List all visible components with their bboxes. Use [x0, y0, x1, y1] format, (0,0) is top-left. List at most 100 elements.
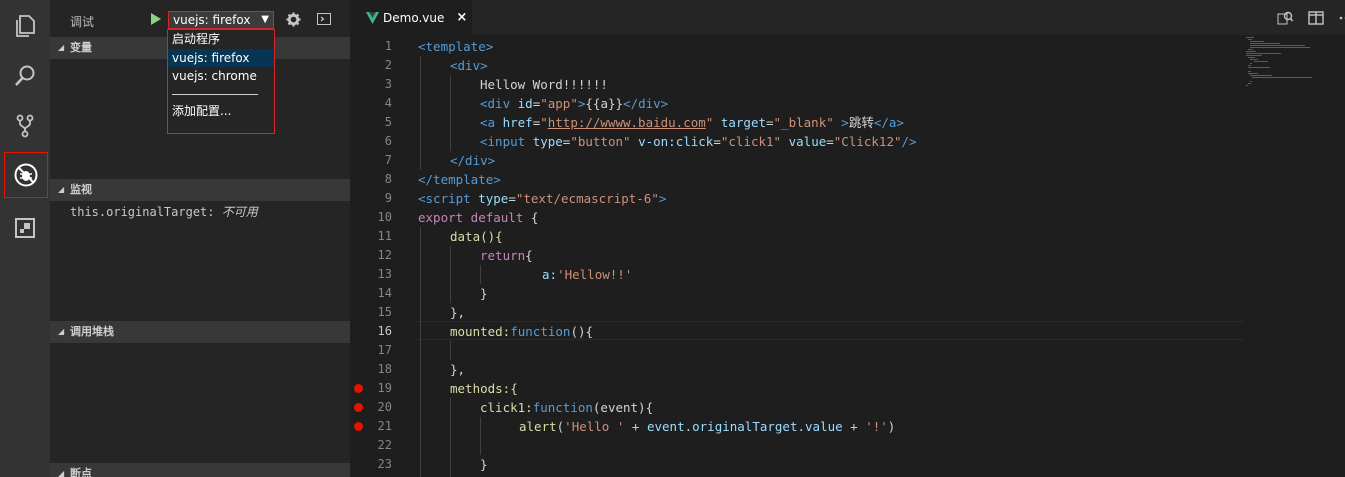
tab-bar: Demo.vue ×	[350, 0, 1345, 35]
open-changes-icon[interactable]	[1277, 11, 1293, 25]
string: "	[540, 115, 548, 130]
collapse-triangle-icon: ◢	[58, 469, 65, 477]
code-line-13[interactable]: a:'Hellow!!'	[542, 265, 632, 284]
section-watch[interactable]: ◢ 监视	[50, 179, 350, 201]
url-link[interactable]: http://wwww.baidu.com	[548, 115, 706, 130]
section-callstack[interactable]: ◢ 调用堆栈	[50, 321, 350, 343]
tag: />	[901, 134, 917, 149]
dropdown-item-chrome[interactable]: vuejs: chrome	[168, 67, 274, 85]
line-number: 15	[377, 305, 392, 319]
more-actions-icon[interactable]	[1338, 11, 1345, 25]
search-icon[interactable]	[0, 52, 50, 100]
code-line-6[interactable]: <input type="button" v-on:click="click1"…	[480, 132, 917, 151]
breakpoint-icon[interactable]	[354, 403, 363, 412]
line-number: 9	[384, 191, 392, 205]
code-line-23[interactable]: }	[480, 455, 488, 474]
line-number: 5	[384, 115, 392, 129]
property: mounted:	[450, 324, 511, 339]
line-number: 6	[384, 134, 392, 148]
breakpoint-icon[interactable]	[354, 384, 363, 393]
string: '!'	[865, 419, 888, 434]
code-line-14[interactable]: }	[480, 284, 488, 303]
code-line-1[interactable]: <template>	[418, 37, 493, 56]
code-line-5[interactable]: <a href="http://wwww.baidu.com" target="…	[480, 113, 904, 132]
code-line-8[interactable]: </template>	[418, 170, 501, 189]
text: {{a}}	[585, 96, 624, 111]
editor: Demo.vue × 1 2 3 4 5 6 7 8 9 10 11 12 13 14 15 16 17 18 19…	[350, 0, 1345, 477]
close-icon[interactable]: ×	[456, 10, 467, 25]
debug-icon[interactable]	[4, 152, 48, 198]
line-number: 4	[384, 96, 392, 110]
expression: + event.originalTarget.value +	[624, 419, 866, 434]
attr: type	[478, 191, 509, 206]
code-line-9[interactable]: <script type="text/ecmascript-6">	[418, 189, 666, 208]
keyword: function	[510, 324, 571, 339]
code-line-21[interactable]: alert('Hello ' + event.originalTarget.va…	[519, 417, 895, 436]
code-line-10[interactable]: export default {	[418, 208, 538, 227]
line-number: 3	[384, 77, 392, 91]
line-number: 18	[377, 362, 392, 376]
line-number: 10	[377, 210, 392, 224]
code-line-18[interactable]: },	[450, 360, 465, 379]
text: Hellow Word!!!!!!	[480, 77, 608, 92]
line-number: 17	[377, 343, 392, 357]
line-number: 7	[384, 153, 392, 167]
code-line-7[interactable]: </div>	[450, 151, 495, 170]
string: "app"	[540, 96, 578, 111]
text: {	[525, 248, 533, 263]
dropdown-item-launch[interactable]: 启动程序	[168, 30, 274, 48]
string: "button"	[570, 134, 631, 149]
minimap[interactable]	[1244, 35, 1345, 95]
eq: =	[826, 134, 834, 149]
string: "_blank"	[773, 115, 834, 130]
tag: </div>	[450, 153, 496, 168]
string: 'Hellow!!'	[557, 267, 633, 282]
explorer-icon[interactable]	[0, 2, 50, 50]
launch-config-select[interactable]: vuejs: firefox ▼	[168, 11, 274, 29]
text: 跳转	[848, 115, 874, 130]
start-debug-icon[interactable]	[150, 12, 162, 26]
code-line-4[interactable]: <div id="app">{{a}}</div>	[480, 94, 668, 113]
code-line-12[interactable]: return{	[480, 246, 533, 265]
launch-config-value: vuejs: firefox	[173, 13, 251, 27]
text: }	[480, 286, 488, 301]
code-line-19[interactable]: methods:{	[450, 379, 518, 398]
section-breakpoints-label: 断点	[70, 467, 92, 477]
breakpoint-icon[interactable]	[354, 422, 363, 431]
section-breakpoints[interactable]: ◢ 断点	[50, 463, 350, 477]
attr: id	[517, 96, 533, 111]
tab-demo-vue[interactable]: Demo.vue ×	[350, 0, 472, 35]
extensions-icon[interactable]	[0, 204, 50, 252]
keyword: function	[532, 400, 593, 415]
function-name: data(){	[450, 229, 503, 244]
tag: <div	[480, 96, 518, 111]
debug-console-icon[interactable]	[317, 13, 331, 25]
line-number: 14	[377, 286, 392, 300]
source-control-icon[interactable]	[0, 102, 50, 150]
watch-item[interactable]: this.originalTarget: 不可用	[50, 201, 350, 223]
dropdown-item-add-config[interactable]: 添加配置...	[168, 102, 274, 120]
split-editor-icon[interactable]	[1308, 11, 1324, 25]
tag: </div>	[623, 96, 669, 111]
dropdown-item-firefox[interactable]: vuejs: firefox	[168, 49, 274, 67]
attr: v-on:click	[630, 134, 714, 149]
launch-config-dropdown: 启动程序 vuejs: firefox vuejs: chrome 添加配置..…	[167, 29, 275, 134]
eq: =	[713, 134, 721, 149]
section-variables-label: 变量	[70, 41, 92, 54]
code-line-20[interactable]: click1:function(event){	[480, 398, 653, 417]
tag: <script	[418, 191, 479, 206]
attr: type	[532, 134, 563, 149]
property: a:	[542, 267, 558, 282]
section-watch-label: 监视	[70, 183, 92, 196]
collapse-triangle-icon: ◢	[58, 43, 65, 52]
gear-icon[interactable]	[286, 12, 301, 27]
tag: </a>	[873, 115, 904, 130]
sidebar-title: 调试	[70, 15, 95, 29]
code-line-16[interactable]: mounted:function(){	[450, 322, 593, 341]
code-line-3[interactable]: Hellow Word!!!!!!	[480, 75, 608, 94]
collapse-triangle-icon: ◢	[58, 327, 65, 336]
code-line-15[interactable]: },	[450, 303, 465, 322]
code-line-11[interactable]: data(){	[450, 227, 503, 246]
code-line-2[interactable]: <div>	[450, 56, 488, 75]
chevron-down-icon: ▼	[261, 14, 269, 25]
